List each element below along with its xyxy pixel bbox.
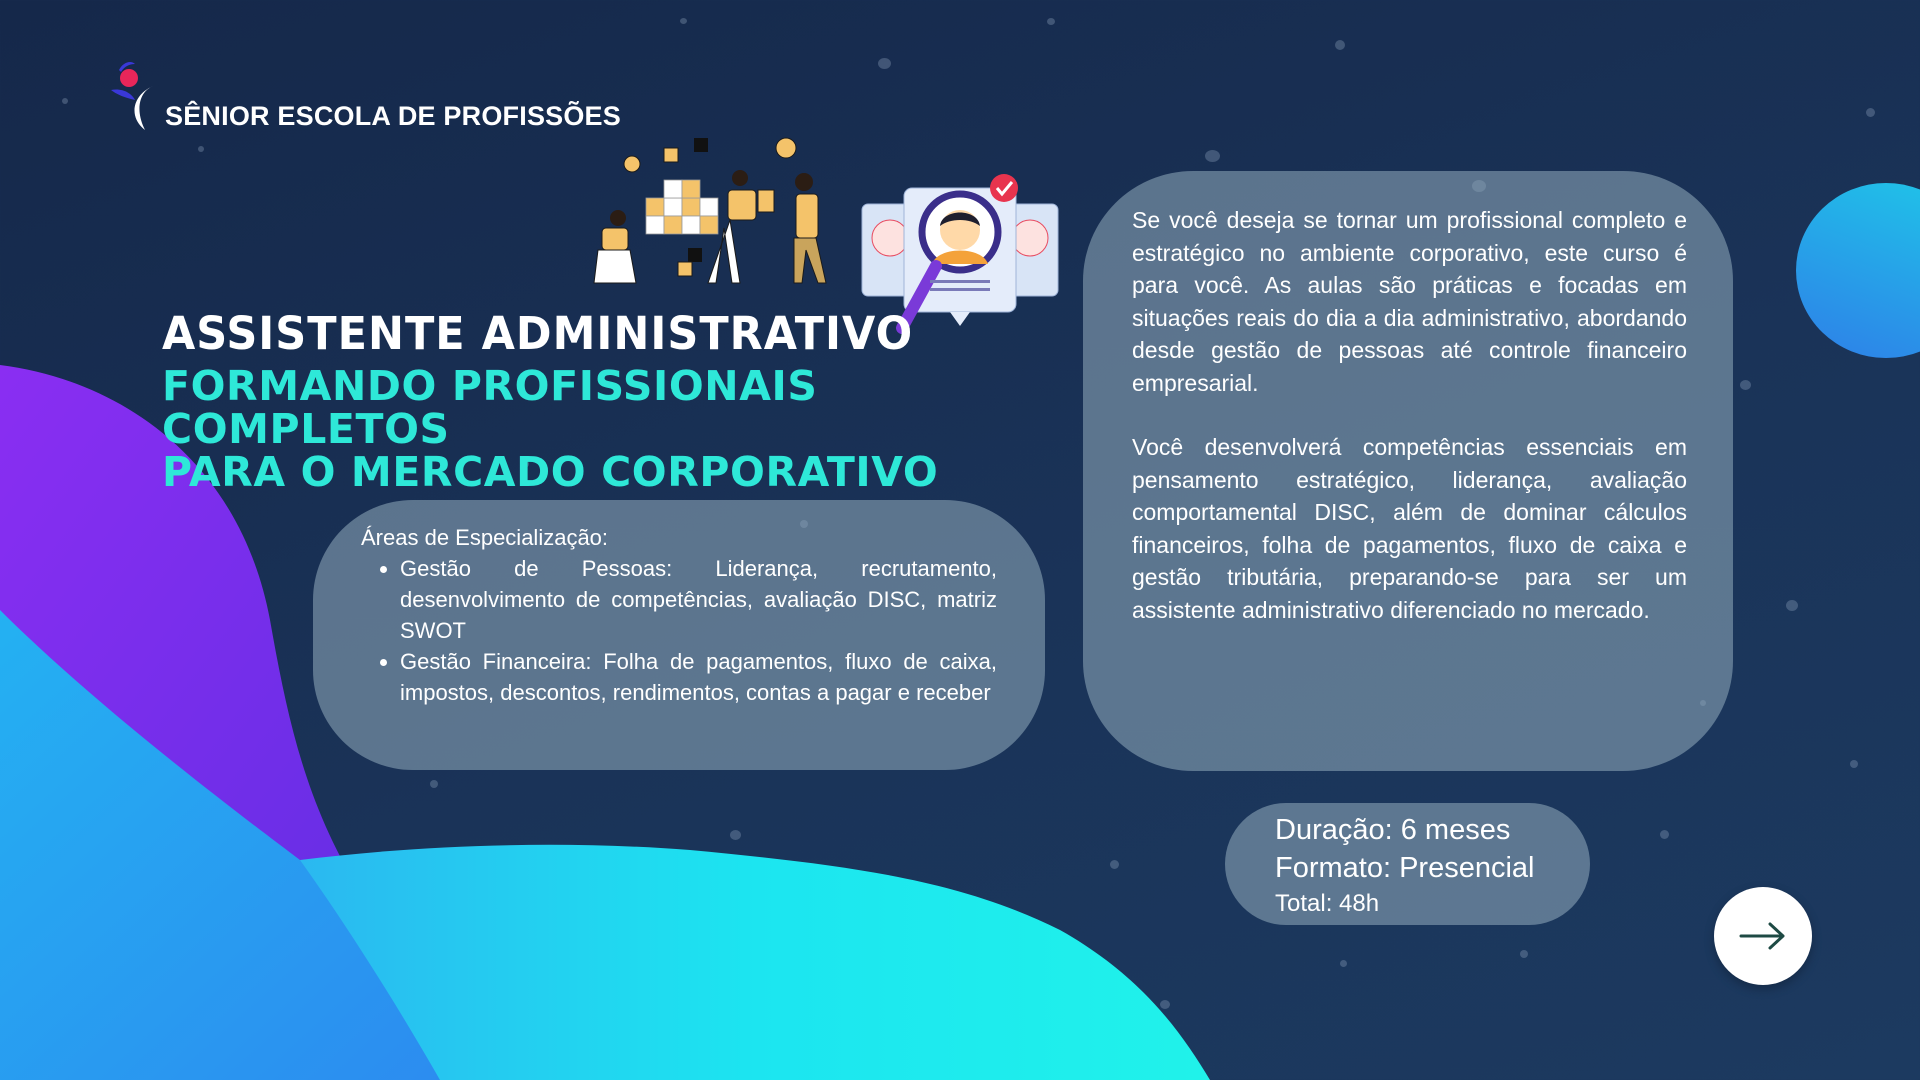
next-button[interactable] xyxy=(1714,887,1812,985)
description-paragraph-2: Você desenvolverá competências essenciai… xyxy=(1132,434,1687,623)
areas-heading: Áreas de Especialização: xyxy=(361,525,609,550)
description-paragraph-1: Se você deseja se tornar um profissional… xyxy=(1132,207,1687,396)
arrow-right-icon xyxy=(1739,922,1785,950)
specialization-areas-card: Áreas de Especialização: Gestão de Pesso… xyxy=(313,500,1045,770)
course-info-card: Duração: 6 meses Formato: Presencial Tot… xyxy=(1225,803,1590,925)
subtitle-line-1: FORMANDO PROFISSIONAIS COMPLETOS xyxy=(162,362,818,453)
course-title: ASSISTENTE ADMINISTRATIVO xyxy=(162,308,914,361)
team-building-illustration xyxy=(593,137,827,284)
duration-text: Duração: 6 meses xyxy=(1275,814,1511,846)
list-item: Gestão de Pessoas: Liderança, recrutamen… xyxy=(400,553,997,646)
brand-name: SÊNIOR ESCOLA DE PROFISSÕES xyxy=(165,101,621,131)
subtitle-line-2: PARA O MERCADO CORPORATIVO xyxy=(162,448,939,496)
course-subtitle: FORMANDO PROFISSIONAIS COMPLETOS PARA O … xyxy=(162,365,1062,494)
brand-logo: SÊNIOR ESCOLA DE PROFISSÕES xyxy=(105,58,621,138)
format-text: Formato: Presencial xyxy=(1275,852,1535,884)
course-description-card: Se você deseja se tornar um profissional… xyxy=(1083,171,1733,771)
total-hours-text: Total: 48h xyxy=(1275,890,1380,917)
person-swoosh-logo-icon xyxy=(111,62,153,130)
list-item: Gestão Financeira: Folha de pagamentos, … xyxy=(400,646,997,708)
areas-list: Gestão de Pessoas: Liderança, recrutamen… xyxy=(400,553,997,708)
